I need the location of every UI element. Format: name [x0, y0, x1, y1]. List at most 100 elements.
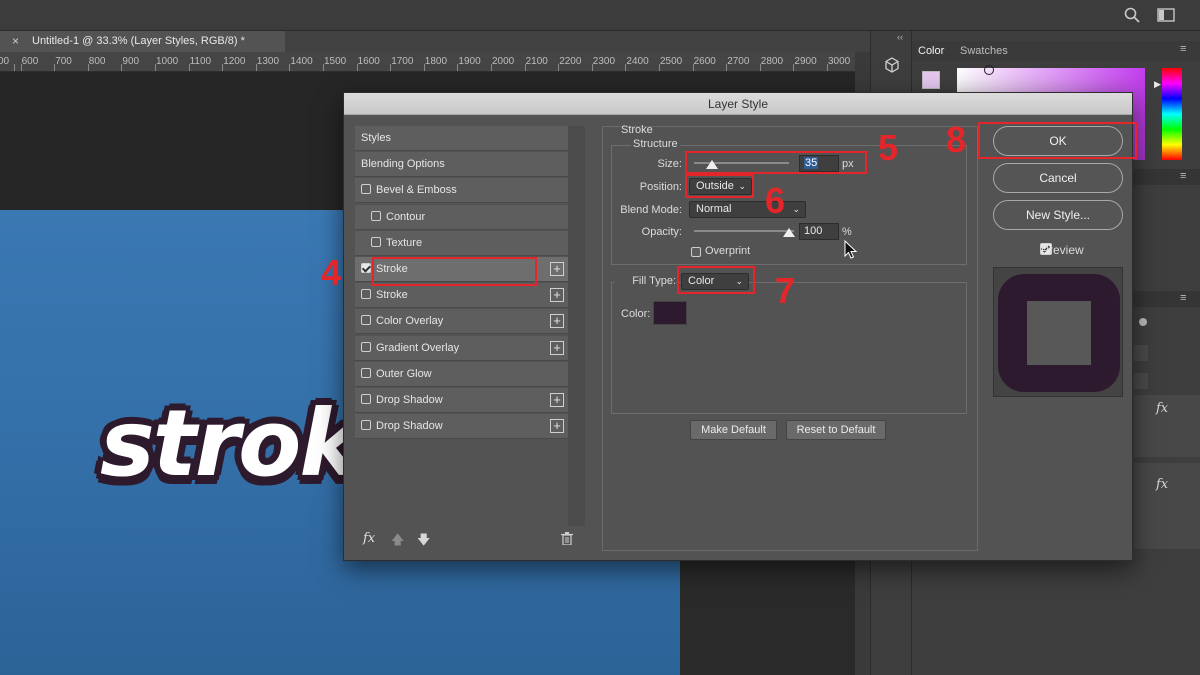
add-style-icon[interactable]: + [550, 262, 564, 276]
styles-list-scrollbar[interactable] [568, 126, 585, 526]
opacity-slider-thumb[interactable] [783, 228, 795, 237]
ruler-tick-label: 1800 [424, 56, 448, 67]
cancel-button[interactable]: Cancel [993, 163, 1123, 193]
blend-mode-dropdown[interactable]: Normal ⌄ [689, 201, 806, 218]
opacity-label: Opacity: [641, 226, 682, 238]
new-style-button[interactable]: New Style... [993, 200, 1123, 230]
add-style-icon[interactable]: + [550, 340, 564, 355]
hue-slider[interactable] [1162, 68, 1182, 160]
make-default-button[interactable]: Make Default [690, 420, 777, 440]
layer-row[interactable]: fx [1134, 395, 1200, 457]
style-checkbox[interactable] [371, 236, 381, 247]
panel-menu-icon[interactable]: ≡ [1180, 43, 1186, 55]
opacity-value: 100 [804, 225, 823, 237]
add-style-icon[interactable]: + [550, 288, 564, 303]
ruler-tick-label: 900 [122, 56, 140, 67]
style-checkbox[interactable] [361, 315, 371, 326]
panel-menu-icon[interactable]: ≡ [1180, 170, 1186, 182]
swatches-tab[interactable]: Swatches [960, 45, 1008, 57]
ruler-tick-mark [524, 64, 526, 71]
ruler-tick-mark [692, 64, 694, 71]
workspace-icon[interactable] [1157, 8, 1175, 22]
move-down-icon[interactable]: 🡇 [417, 531, 430, 553]
style-item-gradient-overlay[interactable]: Gradient Overlay + [355, 335, 568, 361]
color-picker-marker [984, 65, 994, 75]
style-checkbox[interactable] [361, 341, 371, 352]
fx-menu-icon[interactable]: fx [363, 531, 375, 546]
ruler-tick-label: 2700 [727, 56, 750, 67]
style-checkbox[interactable] [361, 289, 371, 300]
ruler-tick-mark [558, 64, 560, 71]
ruler-tick-label: 600 [21, 56, 39, 67]
position-label: Position: [639, 181, 682, 193]
ruler-tick-mark [289, 64, 291, 71]
style-item-label: Bevel & Emboss [376, 184, 457, 197]
mouse-cursor [844, 239, 858, 260]
style-item-color-overlay[interactable]: Color Overlay + [355, 309, 568, 335]
ruler-tick-label: 00 [0, 56, 10, 67]
style-item-label: Color Overlay [376, 315, 444, 328]
style-item-contour[interactable]: Contour [355, 204, 568, 230]
color-label: Color: [621, 308, 651, 320]
style-item-blending-options[interactable]: Blending Options [355, 152, 568, 178]
style-checkbox[interactable] [361, 184, 371, 195]
add-style-icon[interactable]: + [550, 419, 564, 434]
opacity-input[interactable]: 100 [799, 223, 839, 240]
style-checkbox[interactable] [361, 394, 371, 405]
ruler-tick-mark [793, 64, 795, 71]
ruler-tick-label: 700 [55, 56, 72, 67]
annotation-number-5: 5 [878, 127, 899, 168]
trash-icon[interactable] [561, 532, 573, 546]
style-checkbox[interactable] [371, 210, 381, 221]
layers-dropdown[interactable] [1134, 373, 1148, 389]
overprint-checkbox[interactable] [691, 247, 701, 258]
style-item-outer-glow[interactable]: Outer Glow [355, 361, 568, 387]
style-checkbox[interactable] [361, 263, 371, 274]
panel-menu-icon[interactable]: ≡ [1180, 292, 1186, 304]
dialog-title: Layer Style [344, 93, 1132, 115]
size-label: Size: [657, 158, 682, 170]
ruler-tick-mark [390, 64, 392, 71]
style-item-label: Outer Glow [376, 367, 432, 380]
visibility-dot-icon[interactable] [1139, 318, 1147, 326]
fx-icon[interactable]: fx [1156, 477, 1168, 492]
ruler-tick-mark [827, 64, 828, 71]
ruler-tick-mark [457, 64, 459, 71]
search-icon[interactable] [1124, 7, 1140, 23]
fx-icon[interactable]: fx [1156, 401, 1168, 416]
close-tab-icon[interactable]: × [12, 34, 19, 48]
ruler-tick-label: 800 [88, 56, 106, 67]
ruler-tick-label: 1700 [391, 56, 414, 67]
style-item-drop-shadow[interactable]: Drop Shadow + [355, 414, 568, 440]
ruler-tick-mark [222, 64, 224, 71]
document-tab[interactable]: × Untitled-1 @ 33.3% (Layer Styles, RGB/… [0, 31, 285, 52]
canvas-text-layer: strok [100, 390, 360, 497]
ruler-tick-mark [20, 64, 22, 71]
layer-row[interactable]: fx [1134, 463, 1200, 549]
style-item-styles[interactable]: Styles [355, 126, 568, 151]
move-up-icon[interactable]: 🡅 [391, 531, 404, 553]
ruler-tick-label: 2000 [492, 56, 515, 67]
ruler-tick-label: 1500 [324, 56, 347, 67]
style-checkbox[interactable] [361, 367, 371, 378]
3d-icon[interactable] [884, 57, 900, 73]
style-checkbox[interactable] [361, 420, 371, 431]
reset-to-default-button[interactable]: Reset to Default [786, 420, 886, 440]
preview-label: Preview [1041, 243, 1084, 257]
color-panel-tabs: Color Swatches ≡ [912, 41, 1200, 61]
ruler-tick-label: 1300 [256, 56, 280, 67]
style-item-label: Drop Shadow [376, 420, 443, 433]
style-item-drop-shadow[interactable]: Drop Shadow + [355, 388, 568, 413]
add-style-icon[interactable]: + [550, 393, 564, 407]
stroke-color-swatch[interactable] [653, 301, 687, 325]
options-bar [0, 0, 1200, 31]
add-style-icon[interactable]: + [550, 314, 564, 329]
foreground-color-swatch[interactable] [922, 71, 940, 89]
style-item-bevel-emboss[interactable]: Bevel & Emboss [355, 178, 568, 204]
color-tab[interactable]: Color [918, 45, 944, 57]
opacity-slider-track[interactable] [694, 230, 794, 232]
style-item-stroke[interactable]: Stroke + [355, 283, 568, 309]
collapse-icon[interactable]: ‹‹ [897, 32, 903, 42]
style-item-texture[interactable]: Texture [355, 230, 568, 256]
layers-dropdown[interactable] [1134, 345, 1148, 361]
